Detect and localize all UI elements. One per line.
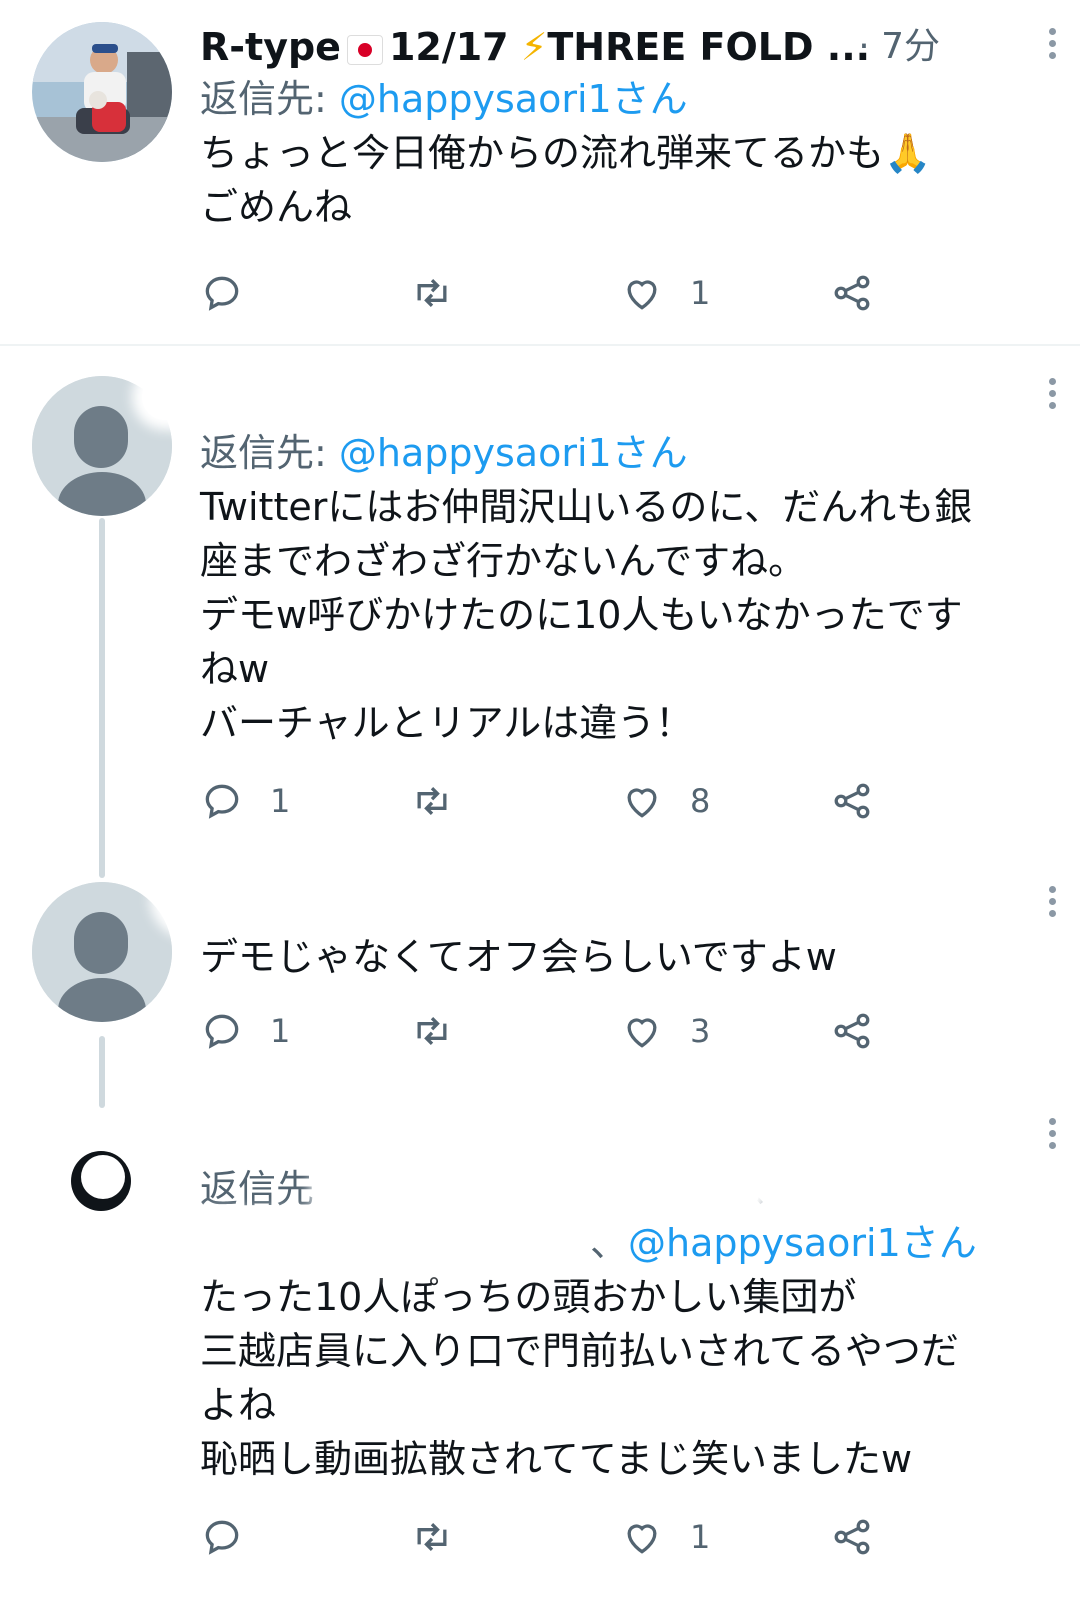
tweet-actions: 1: [200, 1512, 900, 1562]
replying-label: 返信先:: [200, 431, 339, 475]
redacted-username: [160, 870, 880, 928]
mention-link[interactable]: @happysaori1さん: [628, 1216, 977, 1270]
share-icon: [834, 1519, 870, 1555]
reply-button[interactable]: [200, 1512, 270, 1562]
reply-icon: [205, 276, 239, 311]
like-button[interactable]: 1: [620, 1512, 710, 1562]
reply-icon: [205, 784, 239, 819]
retweet-button[interactable]: [410, 268, 480, 318]
more-vertical-icon[interactable]: [1046, 886, 1058, 926]
display-name-suffix: 12/17: [388, 25, 509, 69]
reply-icon: [205, 1014, 239, 1049]
mention-link[interactable]: @happysaori1さん: [339, 431, 688, 475]
heart-icon: [627, 280, 657, 310]
share-icon: [834, 1013, 870, 1049]
reply-icon: [205, 1520, 239, 1555]
mention-separator: 、: [590, 1221, 629, 1265]
heart-icon: [627, 1524, 657, 1554]
tweet-content: デモじゃなくてオフ会らしいですよw: [200, 930, 1040, 984]
heart-icon: [627, 788, 657, 818]
retweet-button[interactable]: [410, 776, 480, 826]
reply-button[interactable]: [200, 268, 270, 318]
share-button[interactable]: [830, 1512, 874, 1562]
share-icon: [834, 275, 870, 311]
replying-to: 返信先 、 、 @happysaori1さん: [170, 1162, 1040, 1270]
more-vertical-icon[interactable]: [1046, 1118, 1058, 1158]
reply-button[interactable]: 1: [200, 1006, 290, 1056]
retweet-icon: [417, 278, 447, 308]
crescent-avatar[interactable]: [66, 1146, 136, 1216]
display-name-tail: THREE FOLD ...: [547, 25, 871, 69]
like-button[interactable]: 1: [620, 268, 710, 318]
thread-line: [99, 1036, 105, 1108]
like-button[interactable]: 3: [620, 1006, 710, 1056]
redacted-mentions: [170, 1220, 570, 1264]
share-button[interactable]: [830, 1006, 874, 1056]
tweet-4[interactable]: 返信先 、 、 @happysaori1さん たった10人ぽっちの頭おかしい集団…: [0, 1106, 1080, 1620]
tweet-actions: 1 8: [200, 776, 900, 826]
redacted-username: [142, 374, 792, 420]
timestamp[interactable]: · 7分: [858, 22, 940, 72]
heart-icon: [627, 1018, 657, 1048]
tweet-content: 返信先 、 、 @happysaori1さん たった10人ぽっちの頭おかしい集団…: [170, 1162, 1040, 1486]
user-avatar[interactable]: [32, 22, 172, 162]
replying-label: 返信先: [200, 1167, 315, 1211]
tweet-text: デモじゃなくてオフ会らしいですよw: [200, 935, 837, 979]
retweet-button[interactable]: [410, 1006, 480, 1056]
tweet-text: Twitterにはお仲間沢山いるのに、だんれも銀 座までわざわざ行かないんですね…: [200, 485, 973, 745]
share-button[interactable]: [830, 268, 874, 318]
more-vertical-icon[interactable]: [1046, 378, 1058, 418]
tweet-actions: 1 3: [200, 1006, 900, 1056]
crescent-moon-icon: [71, 1151, 131, 1211]
share-icon: [834, 783, 870, 819]
tweet-3[interactable]: デモじゃなくてオフ会らしいですよw 1 3: [0, 866, 1080, 1108]
replying-to: 返信先: @happysaori1さん: [200, 426, 1040, 480]
more-vertical-icon[interactable]: [1046, 28, 1058, 68]
tweet-text: たった10人ぽっちの頭おかしい集団が 三越店員に入り口で門前払いされてるやつだ …: [200, 1275, 959, 1481]
tweet-content: 返信先: @happysaori1さん Twitterにはお仲間沢山いるのに、だ…: [200, 426, 1040, 750]
redacted-username: [160, 1110, 680, 1162]
mention-link[interactable]: @happysaori1さん: [339, 77, 688, 121]
lightning-icon: ⚡: [520, 25, 548, 69]
thread-line: [99, 518, 105, 878]
japan-flag-icon: [346, 34, 383, 65]
retweet-icon: [417, 786, 447, 816]
default-avatar[interactable]: [32, 882, 172, 1022]
tweet-text: ちょっと今日俺からの流れ弾来てるかも🙏 ごめんね: [200, 131, 932, 229]
display-name[interactable]: R-type: [200, 25, 341, 69]
reply-button[interactable]: 1: [200, 776, 290, 826]
default-profile-icon: [32, 882, 172, 1022]
tweet-header: R-type 12/17 ⚡THREE FOLD ... · 7分: [200, 22, 1040, 72]
like-button[interactable]: 8: [620, 776, 710, 826]
tweet-content: R-type 12/17 ⚡THREE FOLD ... · 7分 返信先: @h…: [200, 22, 1040, 234]
retweet-icon: [417, 1522, 447, 1552]
replying-to: 返信先: @happysaori1さん: [200, 72, 1040, 126]
redacted-mentions: [320, 1168, 760, 1212]
retweet-button[interactable]: [410, 1512, 480, 1562]
replying-label: 返信先:: [200, 77, 339, 121]
tweet-2[interactable]: 返信先: @happysaori1さん Twitterにはお仲間沢山いるのに、だ…: [0, 346, 1080, 878]
tweet-1[interactable]: R-type 12/17 ⚡THREE FOLD ... · 7分 返信先: @h…: [0, 0, 1080, 345]
tweet-actions: 1: [200, 268, 900, 318]
share-button[interactable]: [830, 776, 874, 826]
retweet-icon: [417, 1016, 447, 1046]
